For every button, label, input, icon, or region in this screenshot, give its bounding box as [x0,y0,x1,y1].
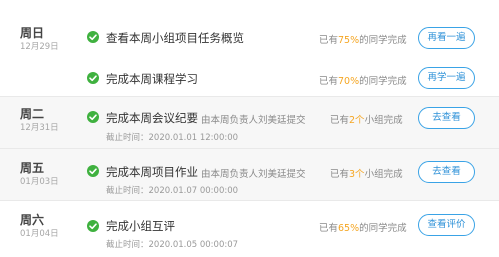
day-label: 周日 [20,26,45,40]
day-label: 周二 [20,107,45,121]
schedule-row-tuesday: 周二 12月31日 完成本周会议纪要 由本周负责人刘美廷提交 截止时间：2020… [0,97,499,148]
completion-count: 2个 [349,115,365,126]
view-button[interactable]: 去查看 [418,161,475,183]
completion-status: 已有70%的同学完成 [319,76,407,87]
check-circle-icon [87,165,99,177]
check-circle-icon [87,220,99,232]
submitter-note: 由本周负责人刘美廷提交 [201,115,306,126]
date-label: 01月03日 [20,177,59,187]
task-title: 完成本周项目作业 [106,165,198,179]
deadline-text: 截止时间：2020.01.07 00:00:00 [106,186,239,196]
schedule-row-sunday: 周日 12月29日 查看本周小组项目任务概览 已有75%的同学完成 再看一遍 完… [0,0,499,96]
completion-status: 已有65%的同学完成 [319,223,407,234]
study-again-button[interactable]: 再学一遍 [418,67,475,89]
task-title: 完成本周课程学习 [106,72,198,86]
schedule-row-saturday: 周六 01月04日 完成小组互评 截止时间：2020.01.05 00:00:0… [0,201,499,257]
completion-status: 已有3个小组完成 [330,169,403,180]
task-title: 完成本周会议纪要 [106,111,198,125]
check-circle-icon [87,72,99,84]
view-review-button[interactable]: 查看评价 [418,214,475,236]
date-label: 12月31日 [20,123,59,133]
day-label: 周六 [20,213,45,227]
view-button[interactable]: 去查看 [418,107,475,129]
completion-count: 3个 [349,169,365,180]
completion-status: 已有2个小组完成 [330,115,403,126]
completion-percent: 65% [338,223,360,234]
completion-percent: 75% [338,35,360,46]
submitter-note: 由本周负责人刘美廷提交 [201,169,306,180]
date-label: 01月04日 [20,229,59,239]
date-label: 12月29日 [20,42,59,52]
check-circle-icon [87,111,99,123]
completion-percent: 70% [338,76,360,87]
completion-status: 已有75%的同学完成 [319,35,407,46]
task-title: 完成小组互评 [106,219,175,233]
deadline-text: 截止时间：2020.01.01 12:00:00 [106,133,239,143]
review-again-button[interactable]: 再看一遍 [418,27,475,49]
schedule-row-friday: 周五 01月03日 完成本周项目作业 由本周负责人刘美廷提交 截止时间：2020… [0,149,499,200]
check-circle-icon [87,31,99,43]
task-title: 查看本周小组项目任务概览 [106,31,244,45]
deadline-text: 截止时间：2020.01.05 00:00:07 [106,240,239,250]
day-label: 周五 [20,161,45,175]
